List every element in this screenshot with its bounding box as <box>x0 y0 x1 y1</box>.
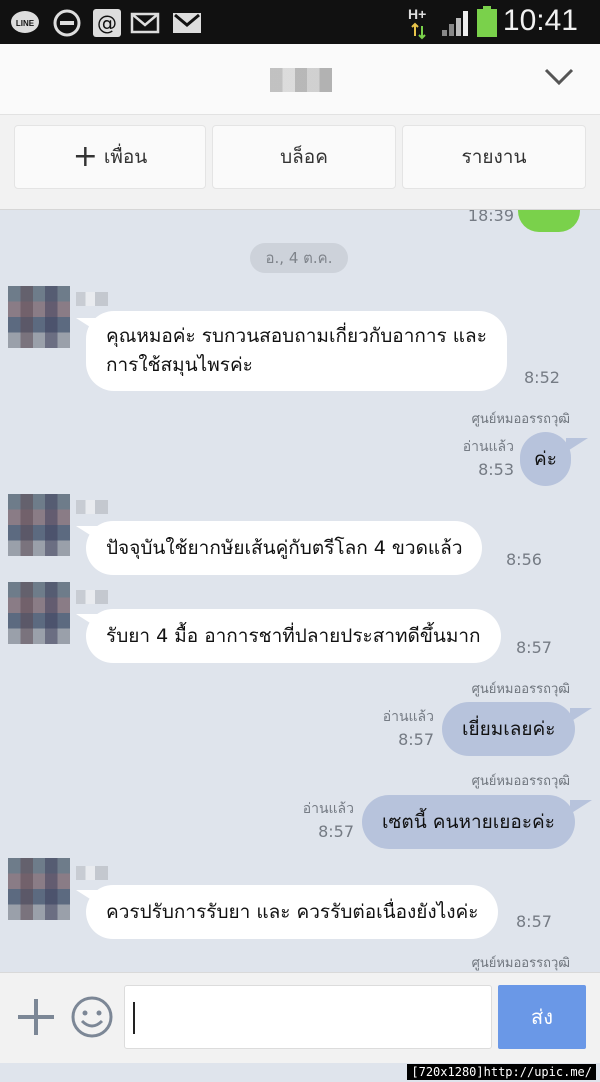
plus-icon: + <box>72 139 98 174</box>
sender-name-blurred <box>76 590 108 604</box>
send-button[interactable]: ส่ง <box>498 985 586 1049</box>
read-receipt: อ่านแล้ว <box>462 439 514 455</box>
message-text: การใช้สมุนไพรค่ะ <box>106 354 253 376</box>
signal-icon <box>442 11 468 36</box>
add-friend-button[interactable]: + เพื่อน <box>14 125 206 189</box>
message-time: 8:57 <box>516 912 552 931</box>
avatar[interactable] <box>8 858 70 920</box>
plus-icon[interactable] <box>14 995 58 1039</box>
report-label: รายงาน <box>461 146 527 168</box>
chat-area[interactable]: 18:39 อ., 4 ต.ค. คุณหมอค่ะ รบกวนสอบถามเก… <box>0 210 600 972</box>
block-label: บล็อค <box>280 146 328 168</box>
chat-header <box>0 44 600 115</box>
message-time: 8:53 <box>478 460 514 479</box>
sender-name-blurred <box>76 292 108 306</box>
status-bar: LINE @ H+ 10:41 <box>0 0 600 44</box>
message-time: 8:57 <box>398 730 434 749</box>
message-bubble[interactable]: รับยา 4 มื้อ อาการชาที่ปลายประสาทดีขึ้นม… <box>86 609 501 663</box>
message-bubble[interactable]: ค่ะ <box>520 432 571 486</box>
watermark-stamp: [720x1280]http://upic.me/ <box>407 1064 596 1080</box>
svg-text:LINE: LINE <box>16 19 35 28</box>
message-bubble[interactable]: เซตนี้ คนหายเยอะค่ะ <box>362 795 575 849</box>
previous-sticker-bubble <box>518 210 580 232</box>
data-arrows-icon <box>411 22 426 40</box>
message-text: ค่ะ <box>534 447 557 470</box>
gmail-icon <box>173 13 201 33</box>
sender-name: ศูนย์หมออรรถวุฒิ <box>471 956 570 971</box>
contact-actions: + เพื่อน บล็อค รายงาน <box>0 115 600 210</box>
emoji-icon[interactable] <box>70 995 114 1039</box>
read-receipt: อ่านแล้ว <box>302 801 354 817</box>
message-bubble[interactable]: คุณหมอค่ะ รบกวนสอบถามเกี่ยวกับอาการ และ … <box>86 311 507 391</box>
sender-name-blurred <box>76 866 108 880</box>
chevron-down-icon[interactable] <box>544 66 574 88</box>
message-text: คุณหมอค่ะ รบกวนสอบถามเกี่ยวกับอาการ และ <box>106 325 487 347</box>
message-time: 8:56 <box>506 550 542 569</box>
report-button[interactable]: รายงาน <box>402 125 586 189</box>
sender-name: ศูนย์หมออรรถวุฒิ <box>471 412 570 427</box>
network-type: H+ <box>408 6 427 22</box>
contact-name-blurred <box>270 68 332 92</box>
email-at-icon: @ <box>93 9 121 37</box>
message-text: ปัจจุบันใช้ยากษัยเส้นคู่กับตรีโลก 4 ขวดแ… <box>106 536 463 559</box>
message-time: 8:57 <box>516 638 552 657</box>
block-button[interactable]: บล็อค <box>212 125 396 189</box>
message-text: ควรปรับการรับยา และ ควรรับต่อเนื่องยังไง… <box>106 900 479 923</box>
message-input-bar: ส่ง <box>0 972 600 1063</box>
battery-icon <box>477 6 497 37</box>
clock: 10:41 <box>502 4 578 37</box>
sender-name: ศูนย์หมออรรถวุฒิ <box>471 774 570 789</box>
message-text: เซตนี้ คนหายเยอะค่ะ <box>382 810 555 833</box>
line-app-icon: LINE <box>11 11 39 33</box>
add-friend-label: เพื่อน <box>103 146 148 168</box>
message-input[interactable] <box>124 985 492 1049</box>
mail-icon <box>130 12 160 34</box>
message-time: 8:52 <box>524 368 560 387</box>
read-receipt: อ่านแล้ว <box>382 709 434 725</box>
prev-time: 18:39 <box>467 210 514 225</box>
message-text: เยี่ยมเลยค่ะ <box>462 717 556 740</box>
sender-name-blurred <box>76 500 108 514</box>
do-not-disturb-icon <box>53 9 81 37</box>
message-time: 8:57 <box>318 822 354 841</box>
avatar[interactable] <box>8 286 70 348</box>
message-bubble[interactable]: ปัจจุบันใช้ยากษัยเส้นคู่กับตรีโลก 4 ขวดแ… <box>86 521 483 575</box>
svg-text:@: @ <box>97 11 117 35</box>
message-text: รับยา 4 มื้อ อาการชาที่ปลายประสาทดีขึ้นม… <box>106 624 481 647</box>
message-bubble[interactable]: เยี่ยมเลยค่ะ <box>442 702 576 756</box>
message-bubble[interactable]: ควรปรับการรับยา และ ควรรับต่อเนื่องยังไง… <box>86 885 499 939</box>
avatar[interactable] <box>8 582 70 644</box>
text-cursor <box>133 1002 135 1034</box>
date-separator: อ., 4 ต.ค. <box>250 243 348 273</box>
avatar[interactable] <box>8 494 70 556</box>
sender-name: ศูนย์หมออรรถวุฒิ <box>471 682 570 697</box>
